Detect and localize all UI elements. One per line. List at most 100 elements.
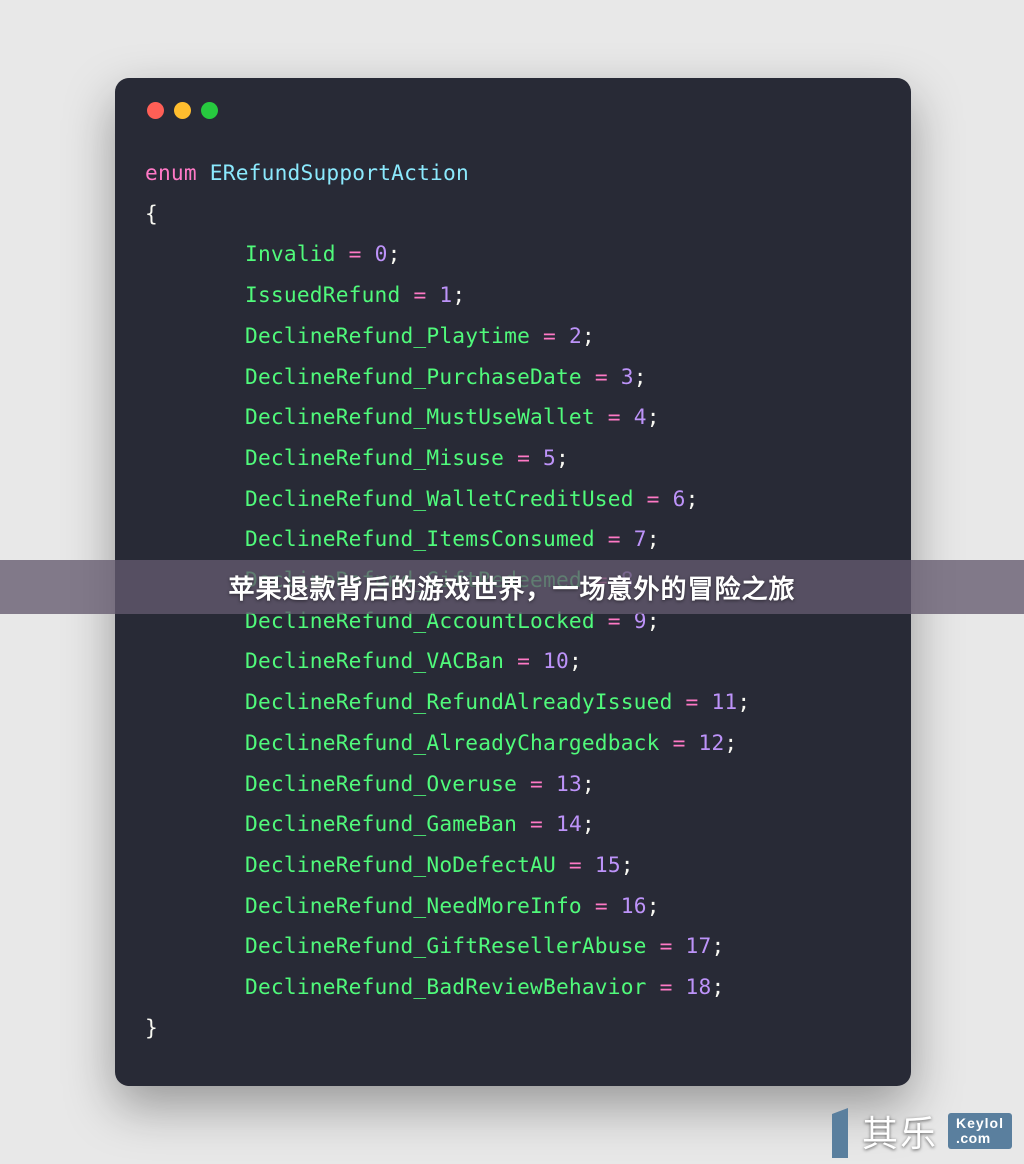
enum-entry: DeclineRefund_GameBan = 14; [145,811,595,836]
enum-name: DeclineRefund_MustUseWallet [245,404,595,429]
equals-op: = [608,404,621,429]
enum-value: 18 [686,974,712,999]
semicolon: ; [686,486,699,511]
enum-value: 10 [543,648,569,673]
enum-entry: DeclineRefund_RefundAlreadyIssued = 11; [145,689,750,714]
enum-value: 0 [375,241,388,266]
enum-name: DeclineRefund_AlreadyChargedback [245,730,660,755]
enum-entry: DeclineRefund_WalletCreditUsed = 6; [145,486,699,511]
semicolon: ; [582,323,595,348]
equals-op: = [595,364,608,389]
enum-entry: DeclineRefund_NoDefectAU = 15; [145,852,634,877]
enum-value: 6 [673,486,686,511]
enum-value: 11 [711,689,737,714]
semicolon: ; [621,852,634,877]
open-brace: { [145,201,158,226]
enum-name: DeclineRefund_VACBan [245,648,504,673]
watermark-chinese: 其乐 [862,1105,938,1157]
semicolon: ; [711,933,724,958]
equals-op: = [660,974,673,999]
semicolon: ; [724,730,737,755]
enum-value: 12 [699,730,725,755]
enum-entry: Invalid = 0; [145,241,401,266]
enum-entry: DeclineRefund_ItemsConsumed = 7; [145,526,660,551]
semicolon: ; [647,404,660,429]
semicolon: ; [634,364,647,389]
enum-name: DeclineRefund_Misuse [245,445,504,470]
enum-name: DeclineRefund_NeedMoreInfo [245,893,582,918]
close-brace: } [145,1015,158,1040]
enum-name: DeclineRefund_ItemsConsumed [245,526,595,551]
enum-entry: DeclineRefund_VACBan = 10; [145,648,582,673]
enum-entry: IssuedRefund = 1; [145,282,465,307]
traffic-lights [147,102,881,119]
enum-name: DeclineRefund_Playtime [245,323,530,348]
equals-op: = [349,241,362,266]
equals-op: = [517,648,530,673]
enum-value: 1 [439,282,452,307]
watermark-line1: Keylol [956,1116,1004,1131]
enum-name: DeclineRefund_Overuse [245,771,517,796]
maximize-icon[interactable] [201,102,218,119]
equals-op: = [569,852,582,877]
semicolon: ; [556,445,569,470]
enum-value: 13 [556,771,582,796]
enum-value: 4 [634,404,647,429]
enum-entry: DeclineRefund_Playtime = 2; [145,323,595,348]
equals-op: = [647,486,660,511]
semicolon: ; [582,811,595,836]
type-name: ERefundSupportAction [210,160,469,185]
enum-entry: DeclineRefund_AlreadyChargedback = 12; [145,730,737,755]
enum-name: DeclineRefund_PurchaseDate [245,364,582,389]
enum-value: 7 [634,526,647,551]
equals-op: = [673,730,686,755]
enum-value: 3 [621,364,634,389]
enum-name: DeclineRefund_GiftResellerAbuse [245,933,647,958]
semicolon: ; [582,771,595,796]
equals-op: = [530,771,543,796]
enum-entry: DeclineRefund_BadReviewBehavior = 18; [145,974,724,999]
enum-name: IssuedRefund [245,282,400,307]
enum-value: 2 [569,323,582,348]
equals-op: = [517,445,530,470]
semicolon: ; [569,648,582,673]
watermark-domain: Keylol .com [948,1113,1012,1149]
enum-entry: DeclineRefund_Overuse = 13; [145,771,595,796]
enum-value: 5 [543,445,556,470]
enum-value: 15 [595,852,621,877]
equals-op: = [530,811,543,836]
enum-value: 14 [556,811,582,836]
semicolon: ; [737,689,750,714]
enum-name: DeclineRefund_GameBan [245,811,517,836]
semicolon: ; [452,282,465,307]
enum-entry: DeclineRefund_PurchaseDate = 3; [145,364,647,389]
semicolon: ; [711,974,724,999]
enum-entry: DeclineRefund_Misuse = 5; [145,445,569,470]
enum-value: 16 [621,893,647,918]
overlay-title-bar: 苹果退款背后的游戏世界，一场意外的冒险之旅 [0,560,1024,614]
equals-op: = [686,689,699,714]
semicolon: ; [388,241,401,266]
enum-entry: DeclineRefund_NeedMoreInfo = 16; [145,893,660,918]
enum-name: DeclineRefund_BadReviewBehavior [245,974,647,999]
enum-value: 17 [686,933,712,958]
enum-name: Invalid [245,241,336,266]
equals-op: = [660,933,673,958]
watermark-line2: .com [956,1131,1004,1146]
equals-op: = [543,323,556,348]
equals-op: = [413,282,426,307]
enum-name: DeclineRefund_RefundAlreadyIssued [245,689,673,714]
enum-name: DeclineRefund_WalletCreditUsed [245,486,634,511]
semicolon: ; [647,526,660,551]
enum-entry: DeclineRefund_MustUseWallet = 4; [145,404,660,429]
overlay-title: 苹果退款背后的游戏世界，一场意外的冒险之旅 [228,569,795,606]
equals-op: = [608,526,621,551]
close-icon[interactable] [147,102,164,119]
equals-op: = [595,893,608,918]
semicolon: ; [647,893,660,918]
watermark: 其乐 Keylol .com [828,1104,1012,1158]
keyword-enum: enum [145,160,197,185]
watermark-tab-icon [828,1104,852,1158]
minimize-icon[interactable] [174,102,191,119]
enum-name: DeclineRefund_NoDefectAU [245,852,556,877]
